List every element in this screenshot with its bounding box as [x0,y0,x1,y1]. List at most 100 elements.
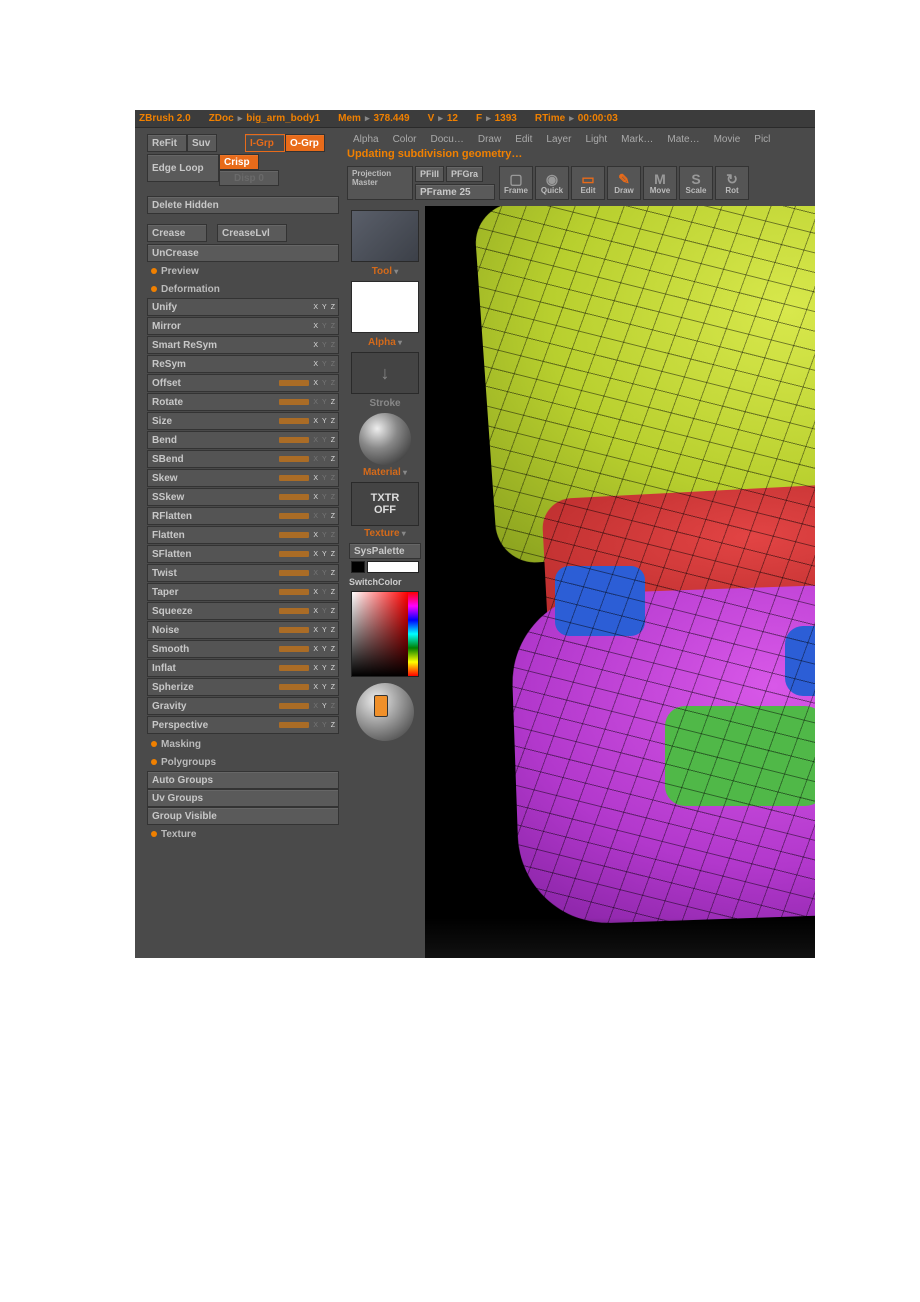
menu-alpha[interactable]: Alpha [349,132,383,147]
axis-z[interactable]: Z [331,418,336,425]
syspalette-button[interactable]: SysPalette [349,543,421,559]
deform-sbend[interactable]: SBendXYZ [147,450,339,468]
current-color-swatch[interactable] [351,561,365,573]
ogrp-button[interactable]: O-Grp [285,134,325,152]
deform-slider[interactable] [279,627,309,633]
axis-x[interactable]: X [313,380,319,387]
deform-smart-resym[interactable]: Smart ReSymXYZ [147,336,339,354]
axis-y[interactable]: Y [322,323,328,330]
deform-perspective[interactable]: PerspectiveXYZ [147,716,339,734]
axis-y[interactable]: Y [322,494,328,501]
deform-size[interactable]: SizeXYZ [147,412,339,430]
deform-taper[interactable]: TaperXYZ [147,583,339,601]
axis-y[interactable]: Y [322,380,328,387]
texture-label[interactable]: Texture ▾ [345,528,425,539]
preview-sphere[interactable] [356,683,414,741]
axis-z[interactable]: Z [331,627,336,634]
axis-x[interactable]: X [313,684,319,691]
deform-smooth[interactable]: SmoothXYZ [147,640,339,658]
deform-slider[interactable] [279,475,309,481]
menu-light[interactable]: Light [581,132,611,147]
axis-x[interactable]: X [313,513,319,520]
deform-slider[interactable] [279,589,309,595]
deform-noise[interactable]: NoiseXYZ [147,621,339,639]
edit-mode-button[interactable]: ▭Edit [571,166,605,200]
deform-resym[interactable]: ReSymXYZ [147,355,339,373]
axis-z[interactable]: Z [331,342,336,349]
color-picker[interactable] [351,591,419,677]
quick-mode-button[interactable]: ◉Quick [535,166,569,200]
axis-z[interactable]: Z [331,323,336,330]
deform-twist[interactable]: TwistXYZ [147,564,339,582]
axis-x[interactable]: X [313,323,319,330]
uv-groups-button[interactable]: Uv Groups [147,789,339,807]
deform-sflatten[interactable]: SFlattenXYZ [147,545,339,563]
axis-y[interactable]: Y [322,570,328,577]
menu-docu[interactable]: Docu… [426,132,467,147]
deform-sskew[interactable]: SSkewXYZ [147,488,339,506]
axis-x[interactable]: X [313,456,319,463]
axis-y[interactable]: Y [322,437,328,444]
tool-label[interactable]: Tool ▾ [345,266,425,277]
deform-slider[interactable] [279,665,309,671]
axis-y[interactable]: Y [322,722,328,729]
material-sphere[interactable] [359,413,411,465]
menu-draw[interactable]: Draw [474,132,505,147]
deform-offset[interactable]: OffsetXYZ [147,374,339,392]
axis-x[interactable]: X [313,304,319,311]
axis-x[interactable]: X [313,494,319,501]
crease-button[interactable]: Crease [147,224,207,242]
crease-level-button[interactable]: CreaseLvl [217,224,287,242]
axis-y[interactable]: Y [322,684,328,691]
deform-skew[interactable]: SkewXYZ [147,469,339,487]
axis-z[interactable]: Z [331,304,336,311]
axis-y[interactable]: Y [322,513,328,520]
suv-button[interactable]: Suv [187,134,217,152]
preview-section[interactable]: Preview [147,262,339,280]
secondary-color-swatch[interactable] [367,561,419,573]
axis-z[interactable]: Z [331,380,336,387]
pfgra-button[interactable]: PFGra [446,166,483,182]
menu-layer[interactable]: Layer [542,132,575,147]
polygroups-section[interactable]: Polygroups [147,753,339,771]
axis-x[interactable]: X [313,361,319,368]
deform-mirror[interactable]: MirrorXYZ [147,317,339,335]
axis-y[interactable]: Y [322,361,328,368]
axis-x[interactable]: X [313,665,319,672]
axis-z[interactable]: Z [331,361,336,368]
switchcolor-button[interactable]: SwitchColor [345,575,425,589]
move-mode-button[interactable]: MMove [643,166,677,200]
axis-z[interactable]: Z [331,608,336,615]
axis-x[interactable]: X [313,342,319,349]
projection-master-button[interactable]: Projection Master [347,166,413,200]
axis-z[interactable]: Z [331,589,336,596]
axis-z[interactable]: Z [331,646,336,653]
axis-z[interactable]: Z [331,456,336,463]
axis-x[interactable]: X [313,418,319,425]
axis-z[interactable]: Z [331,551,336,558]
axis-y[interactable]: Y [322,665,328,672]
axis-y[interactable]: Y [322,703,328,710]
stroke-tile[interactable]: ↓ [351,352,419,394]
deform-slider[interactable] [279,646,309,652]
disp-button[interactable]: Disp 0 [219,170,279,186]
axis-y[interactable]: Y [322,399,328,406]
deform-slider[interactable] [279,437,309,443]
deform-squeeze[interactable]: SqueezeXYZ [147,602,339,620]
tool-tile[interactable] [351,210,419,262]
crisp-button[interactable]: Crisp [219,154,259,170]
deform-slider[interactable] [279,703,309,709]
deform-inflat[interactable]: InflatXYZ [147,659,339,677]
axis-z[interactable]: Z [331,513,336,520]
axis-x[interactable]: X [313,532,319,539]
axis-x[interactable]: X [313,475,319,482]
menu-edit[interactable]: Edit [511,132,536,147]
axis-z[interactable]: Z [331,494,336,501]
alpha-label[interactable]: Alpha ▾ [345,337,425,348]
scale-mode-button[interactable]: SScale [679,166,713,200]
deform-slider[interactable] [279,608,309,614]
axis-z[interactable]: Z [331,399,336,406]
stroke-label[interactable]: Stroke [345,398,425,409]
axis-x[interactable]: X [313,551,319,558]
axis-y[interactable]: Y [322,418,328,425]
